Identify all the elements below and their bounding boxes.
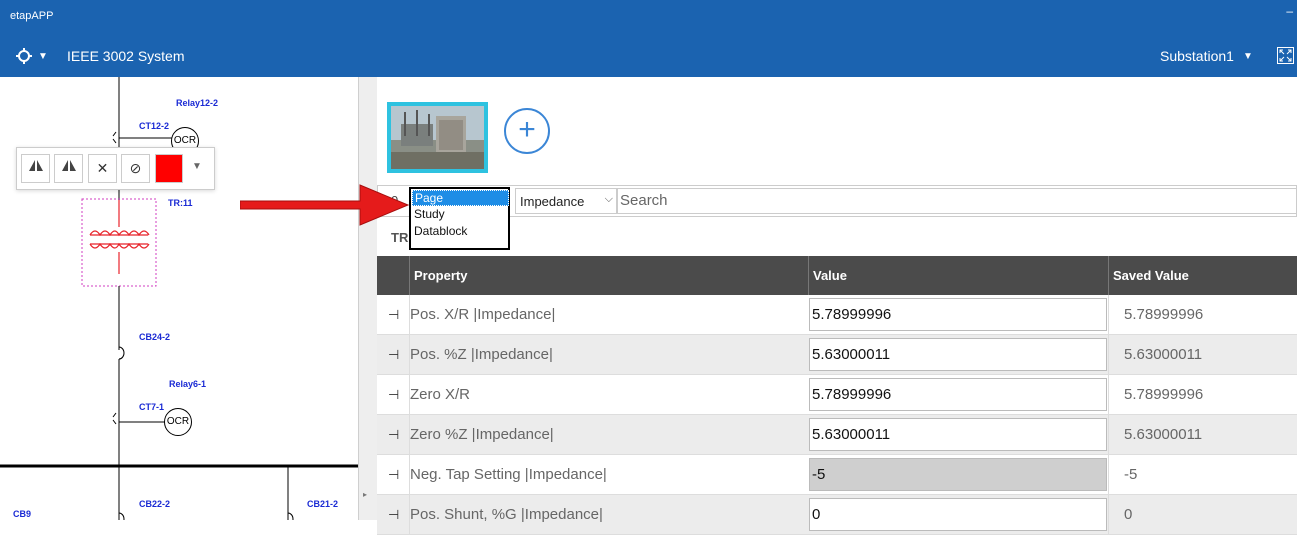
panel-splitter[interactable]	[359, 77, 377, 520]
property-name: Pos. %Z |Impedance|	[409, 335, 808, 375]
value-input[interactable]: 5.63000011	[809, 338, 1107, 371]
saved-value: 5.63000011	[1124, 346, 1203, 363]
value-input[interactable]: 5.78999996	[809, 378, 1107, 411]
value-input[interactable]: 0	[809, 498, 1107, 531]
add-photo-button[interactable]: +	[504, 108, 550, 154]
prohibited-icon: ⊘	[129, 160, 142, 176]
minimize-button[interactable]: –	[1286, 4, 1293, 18]
annotation-arrow	[240, 184, 410, 226]
transformer-photo	[391, 106, 484, 169]
ct-label[interactable]: CT12-2	[139, 121, 169, 131]
element-toolbar: ✕ ⊘ ▼	[16, 147, 215, 190]
pin-icon[interactable]: ⊣	[388, 467, 399, 483]
project-title: IEEE 3002 System	[67, 48, 185, 64]
dropdown-option-datablock[interactable]: Datablock	[412, 224, 509, 240]
table-row: ⊣ Pos. X/R |Impedance| 5.78999996 5.7899…	[377, 295, 1297, 335]
table-row: ⊣ Zero %Z |Impedance| 5.63000011 5.63000…	[377, 415, 1297, 455]
chevron-down-icon[interactable]: ⌵	[605, 193, 613, 206]
breaker-label[interactable]: CB9	[13, 509, 31, 519]
property-name: Pos. Shunt, %G |Impedance|	[409, 495, 808, 535]
saved-value: 0	[1124, 506, 1133, 523]
table-header: Property Value Saved Value	[377, 256, 1297, 295]
ocr-relay[interactable]: OCR	[164, 408, 192, 436]
column-header-saved[interactable]: Saved Value	[1108, 256, 1297, 295]
saved-value: -5	[1124, 466, 1138, 483]
pin-icon[interactable]: ⊣	[388, 507, 399, 523]
search-placeholder: Search	[620, 192, 668, 209]
saved-value: 5.78999996	[1124, 306, 1204, 323]
close-icon: ✕	[96, 160, 109, 176]
breaker-label[interactable]: CB22-2	[139, 499, 170, 509]
value-input[interactable]: 5.78999996	[809, 298, 1107, 331]
ct-label[interactable]: CT7-1	[139, 402, 164, 412]
property-name: Zero %Z |Impedance|	[409, 415, 808, 455]
title-bar: etapAPP –	[0, 0, 1297, 36]
app-header: ▼ IEEE 3002 System Substation1 ▼	[0, 36, 1297, 77]
table-row: ⊣ Pos. Shunt, %G |Impedance| 0 0	[377, 495, 1297, 535]
view-dropdown-list[interactable]: Page Study Datablock	[409, 187, 510, 250]
substation-selector[interactable]: Substation1	[1160, 48, 1234, 64]
value-input[interactable]: 5.63000011	[809, 418, 1107, 451]
relay-label[interactable]: Relay6-1	[169, 379, 206, 389]
transformer-label[interactable]: TR:11	[168, 198, 193, 208]
dropdown-option-page[interactable]: Page	[412, 190, 509, 206]
table-row: ⊣ Zero X/R 5.78999996 5.78999996	[377, 375, 1297, 415]
saved-value: 5.78999996	[1124, 386, 1204, 403]
category-value: Impedance	[520, 194, 585, 209]
one-line-diagram[interactable]: Relay12-2 CT12-2 OCR TR:11 CB24-2 Relay6…	[0, 77, 359, 520]
column-header-property[interactable]: Property	[409, 256, 808, 295]
pin-icon[interactable]: ⊣	[388, 307, 399, 323]
chevron-right-icon[interactable]: ▸	[363, 490, 367, 499]
dropdown-option-study[interactable]: Study	[412, 207, 509, 223]
fullscreen-icon[interactable]	[1277, 47, 1294, 64]
disable-button[interactable]: ⊘	[121, 154, 150, 183]
chevron-down-icon[interactable]: ▼	[192, 161, 202, 172]
search-input[interactable]: Search	[617, 188, 1297, 214]
gear-icon[interactable]	[14, 46, 34, 66]
properties-panel: + 0 Impedance ⌵ Search Page Study Databl…	[377, 77, 1297, 535]
table-row: ⊣ Neg. Tap Setting |Impedance| -5 -5	[377, 455, 1297, 495]
color-swatch[interactable]	[155, 154, 183, 183]
property-name: Neg. Tap Setting |Impedance|	[409, 455, 808, 495]
value-input[interactable]: -5	[809, 458, 1107, 491]
flip-horizontal-icon	[28, 160, 43, 171]
pin-icon[interactable]: ⊣	[388, 387, 399, 403]
saved-value: 5.63000011	[1124, 426, 1203, 443]
column-header-value[interactable]: Value	[808, 256, 1108, 295]
breaker-label[interactable]: CB24-2	[139, 332, 170, 342]
chevron-down-icon[interactable]: ▼	[38, 51, 48, 62]
property-name: Zero X/R	[409, 375, 808, 415]
property-name: Pos. X/R |Impedance|	[409, 295, 808, 335]
flip-vertical-icon	[61, 160, 76, 171]
flip-horizontal-button[interactable]	[21, 154, 50, 183]
relay-label[interactable]: Relay12-2	[176, 98, 218, 108]
filter-bar: 0 Impedance ⌵ Search	[377, 185, 1297, 217]
element-type-label: TR	[391, 230, 409, 245]
pin-icon[interactable]: ⊣	[388, 347, 399, 363]
element-thumbnail[interactable]	[387, 102, 488, 173]
pin-icon[interactable]: ⊣	[388, 427, 399, 443]
breaker-label[interactable]: CB21-2	[307, 499, 338, 509]
plus-icon: +	[518, 113, 536, 146]
flip-vertical-button[interactable]	[54, 154, 83, 183]
chevron-down-icon[interactable]: ▼	[1243, 51, 1253, 62]
category-select[interactable]: Impedance ⌵	[515, 188, 617, 214]
app-title: etapAPP	[10, 10, 54, 22]
table-row: ⊣ Pos. %Z |Impedance| 5.63000011 5.63000…	[377, 335, 1297, 375]
delete-button[interactable]: ✕	[88, 154, 117, 183]
